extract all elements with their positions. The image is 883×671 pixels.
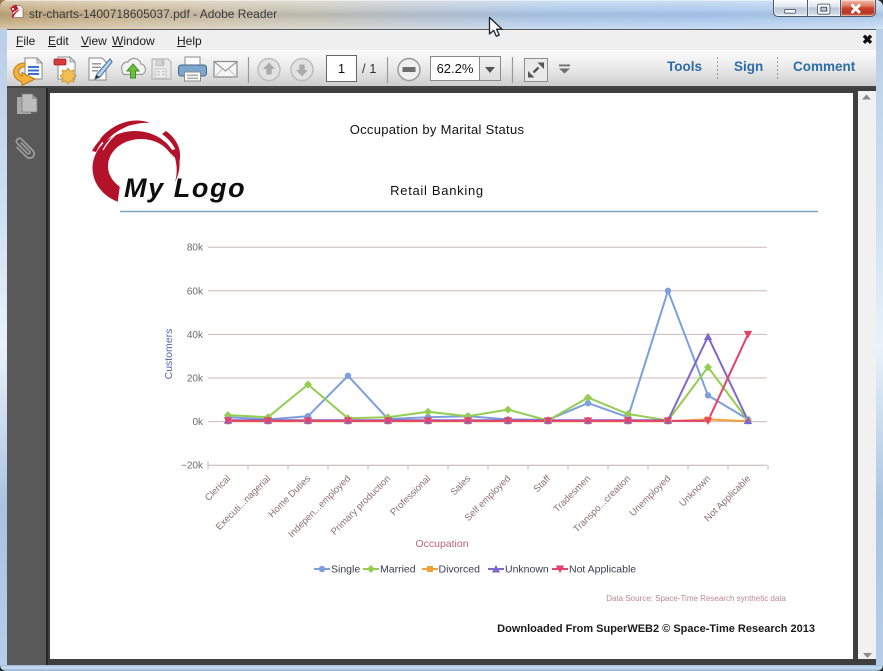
svg-text:Unemployed: Unemployed	[628, 473, 673, 518]
svg-text:Unknown: Unknown	[677, 473, 713, 509]
svg-text:My Logo: My Logo	[124, 173, 246, 203]
svg-text:Data Source: Space-Time Resear: Data Source: Space-Time Research synthet…	[606, 594, 786, 603]
svg-text:Married: Married	[380, 564, 416, 576]
svg-text:Not Applicable: Not Applicable	[569, 564, 636, 576]
svg-text:−20k: −20k	[181, 461, 204, 472]
svg-text:0k: 0k	[192, 417, 204, 428]
svg-text:40k: 40k	[187, 330, 204, 341]
svg-text:Downloaded From SuperWEB2 © Sp: Downloaded From SuperWEB2 © Space-Time R…	[497, 623, 815, 635]
svg-text:80k: 80k	[187, 243, 204, 254]
svg-text:20k: 20k	[187, 374, 204, 385]
svg-text:Unknown: Unknown	[505, 564, 549, 576]
svg-text:Clerical: Clerical	[203, 473, 233, 503]
svg-text:Staff: Staff	[532, 473, 554, 495]
svg-text:Divorced: Divorced	[439, 564, 481, 576]
svg-text:Retail Banking: Retail Banking	[390, 183, 484, 198]
svg-text:Professional: Professional	[388, 473, 433, 518]
svg-text:Occupation by Marital Status: Occupation by Marital Status	[350, 122, 525, 137]
svg-text:Tradesmen: Tradesmen	[552, 473, 594, 515]
svg-text:Occupation: Occupation	[415, 538, 468, 550]
svg-text:Single: Single	[331, 564, 360, 576]
svg-text:Customers: Customers	[163, 329, 175, 380]
svg-text:60k: 60k	[187, 286, 204, 297]
svg-text:Sales: Sales	[449, 473, 474, 498]
